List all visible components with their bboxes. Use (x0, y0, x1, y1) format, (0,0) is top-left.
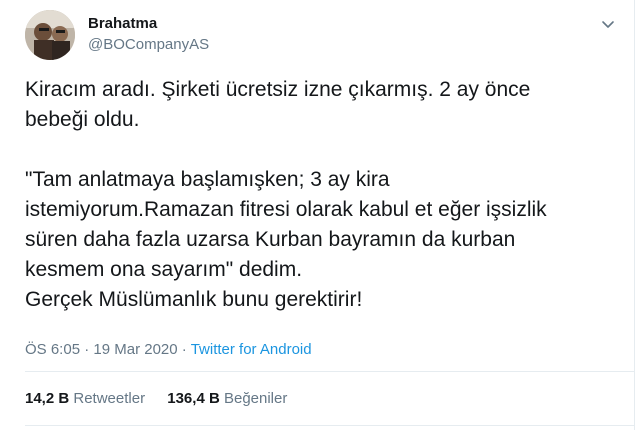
divider (25, 371, 635, 372)
chevron-down-icon[interactable] (598, 14, 618, 34)
tweet-date[interactable]: 19 Mar 2020 (93, 341, 177, 358)
likes-stat[interactable]: 136,4 B Beğeniler (167, 390, 287, 407)
retweets-stat[interactable]: 14,2 B Retweetler (25, 390, 149, 407)
retweets-count: 14,2 B (25, 390, 70, 407)
retweets-label: Retweetler (73, 390, 146, 407)
author-handle[interactable]: @BOCompanyAS (88, 35, 209, 55)
tweet-time[interactable]: ÖS 6:05 (25, 341, 80, 358)
author-name[interactable]: Brahatma (88, 14, 157, 34)
likes-label: Beğeniler (223, 390, 288, 407)
tweet-meta: ÖS 6:05 · 19 Mar 2020 · Twitter for Andr… (25, 340, 312, 360)
tweet-text: Kiracım aradı. Şirketi ücretsiz izne çık… (25, 78, 547, 311)
avatar-image (25, 10, 75, 60)
tweet-card: Brahatma @BOCompanyAS Kiracım aradı. Şir… (0, 0, 635, 430)
meta-separator: · (84, 341, 90, 358)
tweet-stats: 14,2 B Retweetler 136,4 B Beğeniler (25, 389, 305, 409)
divider (25, 425, 635, 426)
tweet-source-link[interactable]: Twitter for Android (191, 341, 312, 358)
avatar[interactable] (25, 10, 75, 60)
likes-count: 136,4 B (167, 390, 220, 407)
meta-separator: · (181, 341, 187, 358)
